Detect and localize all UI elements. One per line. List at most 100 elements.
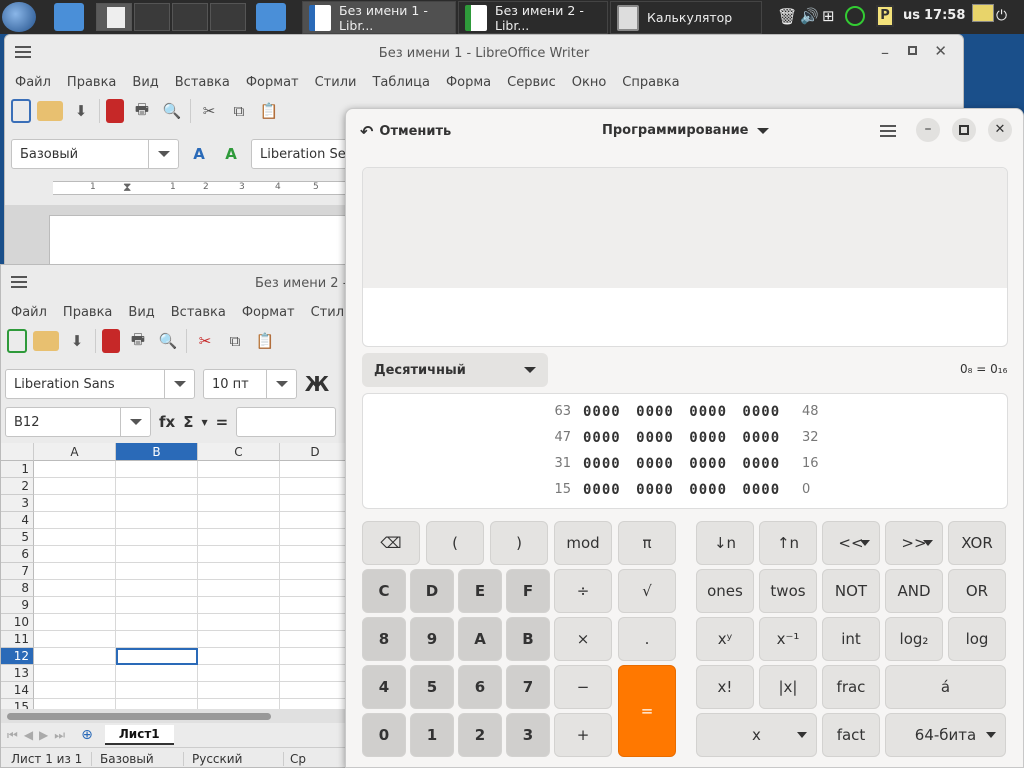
multiply-button[interactable]: × xyxy=(554,617,612,661)
plus-button[interactable]: + xyxy=(554,713,612,757)
cell[interactable] xyxy=(280,495,351,512)
cell[interactable] xyxy=(34,512,116,529)
row-header[interactable]: 14 xyxy=(1,682,34,699)
cell[interactable] xyxy=(116,580,198,597)
cell[interactable] xyxy=(198,597,280,614)
notification-icon[interactable] xyxy=(972,4,994,22)
cell[interactable] xyxy=(280,665,351,682)
bit-groups[interactable]: 0000 0000 0000 0000 xyxy=(583,430,780,446)
menu-2[interactable]: Вид xyxy=(120,305,162,320)
left-shift-button[interactable]: << xyxy=(822,521,880,565)
clipboard-icon[interactable]: P xyxy=(876,5,894,27)
export-pdf-icon[interactable] xyxy=(102,329,120,353)
cell[interactable] xyxy=(34,546,116,563)
chevron-down-icon[interactable] xyxy=(266,370,296,398)
cell[interactable] xyxy=(34,614,116,631)
cell[interactable] xyxy=(116,699,198,709)
cell[interactable] xyxy=(116,529,198,546)
cell[interactable] xyxy=(280,580,351,597)
key-d-button[interactable]: D xyxy=(410,569,454,613)
save-icon[interactable]: ⬇ xyxy=(69,99,93,123)
key-n4-button[interactable]: 4 xyxy=(362,665,406,709)
cell[interactable] xyxy=(34,478,116,495)
workspace-4[interactable] xyxy=(210,3,246,31)
cell[interactable] xyxy=(280,461,351,478)
cell[interactable] xyxy=(34,699,116,709)
absolute-value-button[interactable]: |x| xyxy=(759,665,817,709)
column-header[interactable]: D xyxy=(280,443,351,461)
task-writer[interactable]: Без имени 1 - Libr... xyxy=(302,1,456,34)
menu-7[interactable]: Форма xyxy=(438,75,499,90)
cell[interactable] xyxy=(280,682,351,699)
paste-icon[interactable]: 📋 xyxy=(257,99,281,123)
cell[interactable] xyxy=(116,461,198,478)
scroll-thumb[interactable] xyxy=(7,713,271,720)
row-header[interactable]: 5 xyxy=(1,529,34,546)
last-sheet-icon[interactable]: ⏭ xyxy=(54,728,65,743)
not-button[interactable]: NOT xyxy=(822,569,880,613)
menu-0[interactable]: Файл xyxy=(3,305,55,320)
cut-icon[interactable]: ✂ xyxy=(193,329,217,353)
cell[interactable] xyxy=(280,699,351,709)
factorial-symbol-button[interactable]: x! xyxy=(696,665,754,709)
row-header[interactable]: 6 xyxy=(1,546,34,563)
row-header[interactable]: 2 xyxy=(1,478,34,495)
menu-1[interactable]: Правка xyxy=(55,305,120,320)
show-desktop-icon[interactable] xyxy=(54,3,84,31)
menu-3[interactable]: Вставка xyxy=(163,305,234,320)
new-document-icon[interactable] xyxy=(11,99,31,123)
menu-4[interactable]: Формат xyxy=(234,305,303,320)
horizontal-scrollbar[interactable] xyxy=(1,709,351,723)
key-n2-button[interactable]: 2 xyxy=(458,713,502,757)
close-icon[interactable]: ✕ xyxy=(988,118,1012,142)
sqrt-button[interactable]: √ xyxy=(618,569,676,613)
expression-input[interactable] xyxy=(363,288,1007,346)
row-header[interactable]: 13 xyxy=(1,665,34,682)
formula-button[interactable]: = xyxy=(216,413,229,431)
menu-icon[interactable] xyxy=(11,276,27,288)
shift-right-n-button[interactable]: ↓n xyxy=(696,521,754,565)
word-size-selector[interactable]: 64-бита xyxy=(885,713,1006,757)
open-folder-icon[interactable] xyxy=(37,101,63,121)
int-button[interactable]: int xyxy=(822,617,880,661)
backspace-button[interactable]: ⌫ xyxy=(362,521,420,565)
chevron-down-icon[interactable]: ▼ xyxy=(201,418,207,427)
function-wizard-button[interactable]: fx xyxy=(159,413,175,431)
cell[interactable] xyxy=(198,529,280,546)
minimize-icon[interactable]: – xyxy=(881,43,889,62)
cell[interactable] xyxy=(280,478,351,495)
key-n8-button[interactable]: 8 xyxy=(362,617,406,661)
ones-complement-button[interactable]: ones xyxy=(696,569,754,613)
menu-8[interactable]: Сервис xyxy=(499,75,564,90)
cell[interactable] xyxy=(116,682,198,699)
bit-groups[interactable]: 0000 0000 0000 0000 xyxy=(583,404,780,420)
key-a-button[interactable]: A xyxy=(458,617,502,661)
cell[interactable] xyxy=(198,614,280,631)
row-header[interactable]: 8 xyxy=(1,580,34,597)
cell[interactable] xyxy=(34,665,116,682)
cell[interactable] xyxy=(34,563,116,580)
key-c-button[interactable]: C xyxy=(362,569,406,613)
cell[interactable] xyxy=(280,529,351,546)
menu-9[interactable]: Окно xyxy=(564,75,615,90)
key-n5-button[interactable]: 5 xyxy=(410,665,454,709)
font-size-combo[interactable]: 10 пт xyxy=(203,369,297,399)
column-header[interactable]: A xyxy=(34,443,116,461)
open-folder-icon[interactable] xyxy=(33,331,59,351)
left-paren-button[interactable]: ( xyxy=(426,521,484,565)
network-icon[interactable]: ⊞ xyxy=(822,7,835,25)
cell[interactable] xyxy=(280,614,351,631)
pi-button[interactable]: π xyxy=(618,521,676,565)
add-sheet-icon[interactable]: ⊕ xyxy=(81,727,93,743)
cell[interactable] xyxy=(34,682,116,699)
cell[interactable] xyxy=(198,512,280,529)
row-header[interactable]: 1 xyxy=(1,461,34,478)
cell[interactable] xyxy=(198,563,280,580)
or-button[interactable]: OR xyxy=(948,569,1006,613)
twos-complement-button[interactable]: twos xyxy=(759,569,817,613)
power-button[interactable]: xʸ xyxy=(696,617,754,661)
row-header[interactable]: 9 xyxy=(1,597,34,614)
chevron-down-icon[interactable] xyxy=(148,140,178,168)
undo-button[interactable]: ↶ Отменить xyxy=(360,122,451,141)
task-calc-sheet[interactable]: Без имени 2 - Libr... xyxy=(458,1,608,34)
